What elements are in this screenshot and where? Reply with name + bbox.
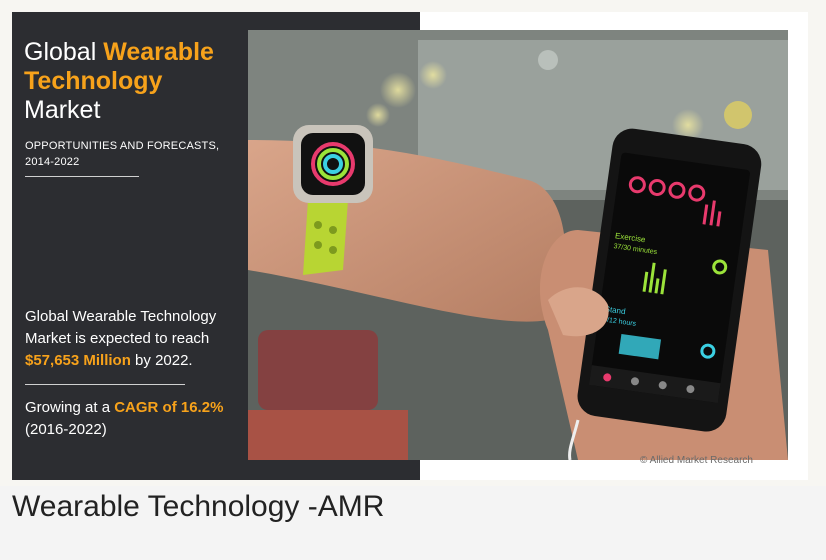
cagr-stat: Growing at a CAGR of 16.2% (2016-2022) [25, 397, 265, 441]
photo-illustration: Exercise 37/30 minutes Stand 6/12 hours [248, 30, 788, 460]
title-global: Global [24, 38, 104, 66]
infographic: Global Wearable Technology Market OPPORT… [12, 12, 808, 480]
market-stat-line2: Market is expected to reach [25, 330, 210, 347]
cagr-value: CAGR of 16.2% [114, 399, 224, 416]
market-size-stat: Global Wearable Technology Market is exp… [25, 306, 255, 372]
subtitle-line2: 2014-2022 [25, 156, 80, 168]
subtitle-line1: OPPORTUNITIES AND FORECASTS, [25, 140, 220, 152]
market-stat-line1: Global Wearable Technology [25, 308, 217, 325]
image-caption: Wearable Technology -AMR [12, 490, 385, 523]
title-wearable: Wearable [103, 38, 214, 66]
cagr-prefix: Growing at a [25, 399, 115, 416]
market-value-suffix: by 2022. [130, 352, 193, 369]
divider [25, 384, 185, 385]
image-frame: Global Wearable Technology Market OPPORT… [0, 0, 826, 486]
subtitle: OPPORTUNITIES AND FORECASTS, 2014-2022 [25, 138, 235, 170]
smartwatch-photo: Exercise 37/30 minutes Stand 6/12 hours [248, 30, 788, 460]
cagr-period: (2016-2022) [25, 421, 107, 438]
divider [25, 176, 139, 177]
market-value: $57,653 Million [25, 352, 131, 369]
copyright-credit: © Allied Market Research [640, 455, 753, 466]
